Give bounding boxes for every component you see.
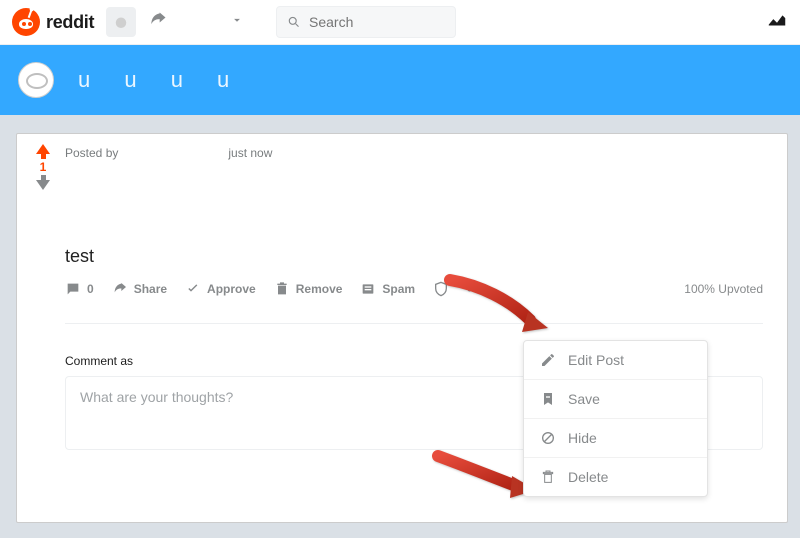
delete-icon [540, 469, 556, 485]
posted-by-label: Posted by [65, 146, 118, 160]
divider [65, 323, 763, 324]
shield-icon [433, 281, 449, 297]
vote-column: 1 [29, 144, 57, 190]
search-icon [287, 14, 301, 30]
spam-button[interactable]: Spam [360, 281, 415, 297]
remove-button[interactable]: Remove [274, 281, 343, 297]
menu-hide[interactable]: Hide [524, 418, 707, 457]
vote-score: 1 [40, 160, 47, 174]
share-top-icon[interactable] [148, 10, 168, 35]
post-options-menu: Edit Post Save Hide Delete [523, 340, 708, 497]
upvote-button[interactable] [36, 144, 50, 154]
mod-shield-button[interactable] [433, 281, 449, 297]
top-nav: reddit [0, 0, 800, 45]
posted-time: just now [228, 146, 272, 160]
menu-edit-post[interactable]: Edit Post [524, 341, 707, 379]
downvote-button[interactable] [36, 180, 50, 190]
approve-label: Approve [207, 282, 256, 296]
menu-save[interactable]: Save [524, 379, 707, 418]
ellipsis-icon: ••• [467, 284, 488, 294]
reddit-logo-icon [12, 8, 40, 36]
search-input[interactable] [309, 14, 445, 30]
comments-button[interactable]: 0 [65, 281, 94, 297]
dropdown-caret[interactable] [230, 13, 244, 32]
community-selector[interactable] [106, 7, 136, 37]
share-button[interactable]: Share [112, 281, 167, 297]
upvote-ratio: 100% Upvoted [684, 282, 763, 296]
trash-icon [274, 281, 290, 297]
reddit-logo[interactable]: reddit [12, 8, 94, 36]
pencil-icon [540, 352, 556, 368]
menu-edit-label: Edit Post [568, 352, 624, 368]
menu-save-label: Save [568, 391, 600, 407]
more-button[interactable]: ••• [467, 284, 488, 294]
subreddit-banner: u u u u [0, 45, 800, 115]
post-action-bar: 0 Share Approve Remove Spam ••• [65, 281, 763, 297]
reddit-head-icon [112, 13, 130, 31]
snoo-avatar-icon [18, 62, 54, 98]
chevron-down-icon [230, 13, 244, 27]
share-icon [112, 281, 128, 297]
bookmark-icon [540, 391, 556, 407]
menu-delete-label: Delete [568, 469, 608, 485]
search-box[interactable] [276, 6, 456, 38]
spam-label: Spam [382, 282, 415, 296]
banner-text: u u u u [78, 67, 243, 93]
approve-button[interactable]: Approve [185, 281, 256, 297]
menu-delete[interactable]: Delete [524, 457, 707, 496]
trending-icon[interactable] [766, 9, 788, 36]
post-meta: Posted by just now [65, 142, 763, 160]
post-title: test [65, 246, 763, 267]
share-label: Share [134, 282, 167, 296]
hide-icon [540, 430, 556, 446]
reddit-wordmark: reddit [46, 12, 94, 33]
spam-icon [360, 281, 376, 297]
comment-icon [65, 281, 81, 297]
comment-count: 0 [87, 282, 94, 296]
check-icon [185, 281, 201, 297]
remove-label: Remove [296, 282, 343, 296]
comment-placeholder: What are your thoughts? [80, 389, 233, 405]
menu-hide-label: Hide [568, 430, 597, 446]
